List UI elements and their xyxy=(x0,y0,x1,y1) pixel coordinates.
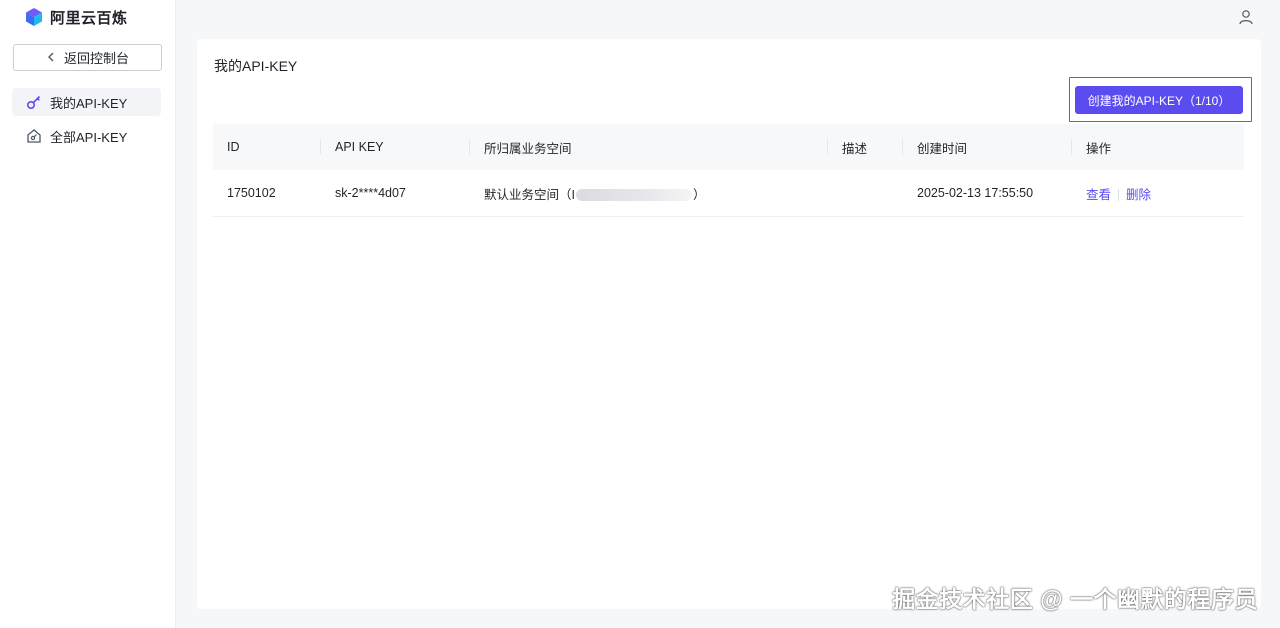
workspace-name-suffix: ） xyxy=(692,187,706,202)
header-description: 描述 xyxy=(828,138,903,157)
bailian-logo-icon xyxy=(26,8,42,26)
api-key-table: ID API KEY 所归属业务空间 描述 创建时间 操作 1750102 sk… xyxy=(213,124,1244,217)
delete-link[interactable]: 删除 xyxy=(1126,188,1151,202)
cell-workspace: 默认业务空间（I ） xyxy=(470,184,828,203)
back-to-console-button[interactable]: 返回控制台 xyxy=(13,44,162,71)
redacted-blur xyxy=(575,189,692,202)
sidebar-item-my-api-key[interactable]: 我的API-KEY xyxy=(12,88,161,116)
logo[interactable]: 阿里云百炼 xyxy=(24,6,128,28)
sidebar-item-all-api-key[interactable]: 全部API-KEY xyxy=(12,122,161,150)
sidebar: 阿里云百炼 返回控制台 我的API-KEY 全部API-KEY xyxy=(0,0,176,628)
header-actions: 操作 xyxy=(1086,141,1112,156)
table-header: ID API KEY 所归属业务空间 描述 创建时间 操作 xyxy=(213,124,1244,170)
view-link[interactable]: 查看 xyxy=(1086,188,1111,202)
logo-text: 阿里云百炼 xyxy=(50,9,128,27)
create-api-key-button[interactable]: 创建我的API-KEY（1/10） xyxy=(1075,86,1243,114)
user-icon[interactable] xyxy=(1238,9,1254,25)
workspace-name-prefix: 默认业务空间（I xyxy=(484,187,575,202)
main-card: 我的API-KEY 创建我的API-KEY（1/10） ID API KEY 所… xyxy=(197,39,1261,609)
sidebar-item-label: 我的API-KEY xyxy=(50,95,128,111)
watermark: 掘金技术社区 @ 一个幽默的程序员 xyxy=(892,586,1258,612)
header-workspace: 所归属业务空间 xyxy=(470,138,828,157)
chevron-left-icon xyxy=(46,51,56,65)
home-key-icon xyxy=(27,129,41,143)
key-icon xyxy=(26,95,41,110)
action-divider xyxy=(1118,189,1120,202)
header-api-key: API KEY xyxy=(321,140,470,154)
cell-id: 1750102 xyxy=(227,186,276,200)
back-to-console-label: 返回控制台 xyxy=(63,51,129,66)
sidebar-item-label: 全部API-KEY xyxy=(50,129,128,145)
header-created-time: 创建时间 xyxy=(903,138,1072,157)
cell-api-key: sk-2****4d07 xyxy=(335,186,406,200)
header-id: ID xyxy=(213,140,321,154)
cell-actions: 查看 删除 xyxy=(1072,184,1244,203)
page-title: 我的API-KEY xyxy=(214,58,298,74)
cell-created-time: 2025-02-13 17:55:50 xyxy=(917,186,1034,200)
table-row: 1750102 sk-2****4d07 默认业务空间（I ） 2025-02-1… xyxy=(213,170,1244,217)
